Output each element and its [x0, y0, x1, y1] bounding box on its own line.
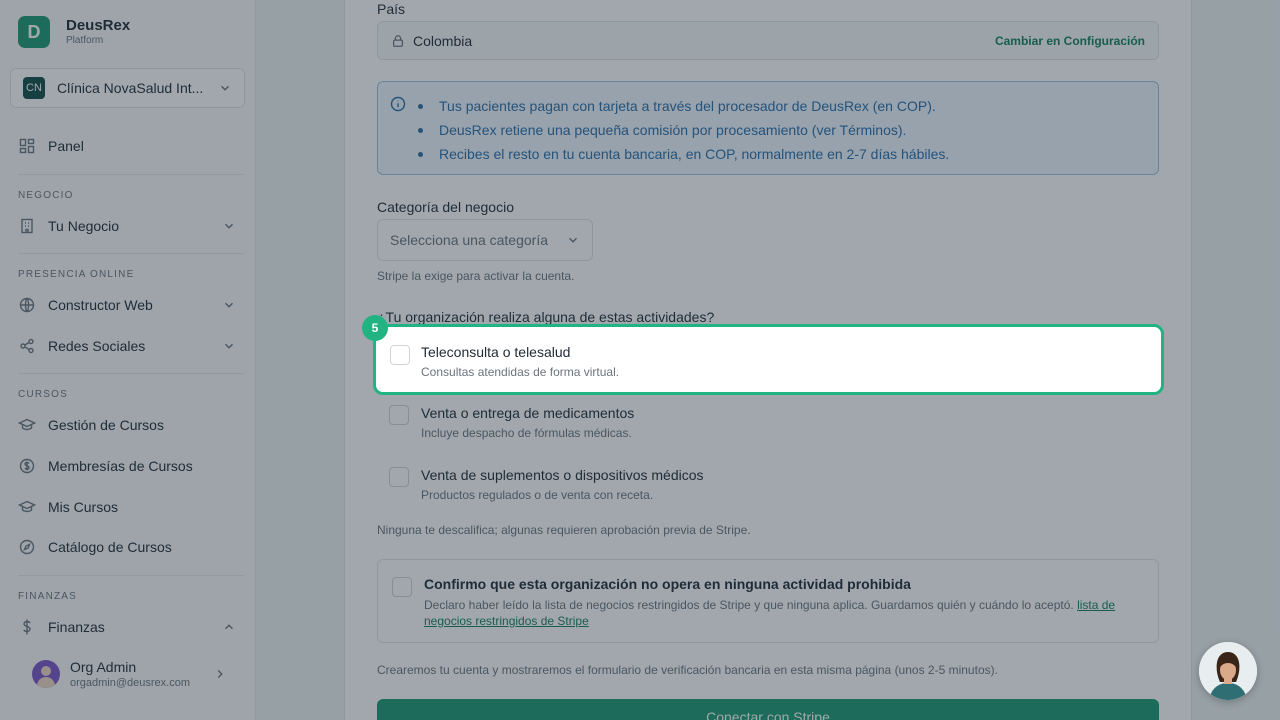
- sidebar-item-label: Membresías de Cursos: [48, 458, 193, 474]
- activity-checkbox[interactable]: [390, 345, 410, 365]
- dollar-icon: [23, 619, 31, 635]
- country-field: Colombia Cambiar en Configuración: [377, 21, 1159, 60]
- dashboard-icon: [19, 138, 35, 154]
- section-label-finance: FINANZAS: [18, 591, 78, 602]
- connect-stripe-button[interactable]: Conectar con Stripe: [377, 699, 1159, 720]
- sidebar-item-catalogo[interactable]: Catálogo de Cursos: [18, 532, 236, 562]
- chevron-down-icon: [225, 302, 233, 308]
- category-label: Categoría del negocio: [377, 199, 514, 215]
- sidebar-item-gestion-cursos[interactable]: Gestión de Cursos: [18, 410, 236, 440]
- activity-option-medicamentos[interactable]: Venta o entrega de medicamentos Incluye …: [377, 397, 1159, 451]
- divider: [18, 253, 244, 254]
- category-placeholder: Selecciona una categoría: [390, 232, 548, 248]
- country-value: Colombia: [413, 32, 473, 49]
- info-item: Recibes el resto en tu cuenta bancaria, …: [418, 142, 949, 166]
- tour-step-badge: 5: [362, 315, 388, 341]
- share-icon: [20, 338, 34, 354]
- assistant-avatar-button[interactable]: [1199, 642, 1257, 700]
- sidebar-item-finanzas[interactable]: Finanzas: [18, 612, 236, 642]
- building-icon: [21, 218, 33, 234]
- confirm-prohibited-box[interactable]: Confirmo que esta organización no opera …: [377, 559, 1159, 643]
- section-label-courses: CURSOS: [18, 389, 68, 400]
- info-item: Tus pacientes pagan con tarjeta a través…: [418, 94, 949, 118]
- chevron-right-icon: [217, 670, 223, 678]
- chevron-down-icon: [225, 223, 233, 229]
- assistant-avatar-icon: [1199, 642, 1257, 700]
- sidebar-item-label: Panel: [48, 138, 84, 154]
- sidebar-item-label: Tu Negocio: [48, 218, 120, 234]
- chevron-up-icon: [225, 624, 233, 630]
- sidebar-item-panel[interactable]: Panel: [18, 131, 236, 161]
- chevron-down-icon: [221, 85, 229, 91]
- org-name: Clínica NovaSalud Int...: [57, 80, 204, 96]
- brand[interactable]: D DeusRex Platform: [18, 16, 130, 48]
- activity-desc: Incluye despacho de fórmulas médicas.: [421, 426, 632, 440]
- activities-help: Ninguna te descalifica; algunas requiere…: [377, 523, 751, 537]
- avatar: [32, 660, 60, 688]
- user-menu[interactable]: Org Admin orgadmin@deusrex.com: [32, 654, 227, 694]
- section-label-online: PRESENCIA ONLINE: [18, 269, 135, 280]
- sidebar-item-label: Finanzas: [48, 619, 105, 635]
- graduation-cap-icon: [18, 500, 36, 513]
- user-name: Org Admin: [70, 659, 137, 675]
- activity-desc: Consultas atendidas de forma virtual.: [421, 365, 620, 379]
- footer-note: Crearemos tu cuenta y mostraremos el for…: [377, 663, 998, 677]
- sidebar-item-tu-negocio[interactable]: Tu Negocio: [18, 211, 236, 241]
- confirm-desc-text: Declaro haber leído la lista de negocios…: [424, 598, 1078, 612]
- graduation-cap-icon: [18, 418, 36, 431]
- dollar-circle-icon: [19, 458, 35, 474]
- sidebar-item-constructor-web[interactable]: Constructor Web: [18, 290, 236, 320]
- info-icon: [390, 96, 406, 112]
- sidebar-item-label: Gestión de Cursos: [48, 417, 164, 433]
- info-callout: Tus pacientes pagan con tarjeta a través…: [377, 81, 1159, 175]
- category-help: Stripe la exige para activar la cuenta.: [377, 269, 575, 283]
- confirm-desc: Declaro haber leído la lista de negocios…: [424, 597, 1144, 629]
- activity-title: Teleconsulta o telesalud: [421, 344, 571, 360]
- activity-option-teleconsulta[interactable]: Teleconsulta o telesalud Consultas atend…: [373, 324, 1164, 395]
- activity-desc: Productos regulados o de venta con recet…: [421, 488, 654, 502]
- sidebar-item-label: Constructor Web: [48, 297, 153, 313]
- org-avatar: CN: [23, 77, 45, 99]
- country-label: País: [377, 1, 406, 17]
- lock-icon: [393, 34, 403, 47]
- activity-title: Venta de suplementos o dispositivos médi…: [421, 467, 704, 483]
- info-item: DeusRex retiene una pequeña comisión por…: [418, 118, 949, 142]
- change-country-link[interactable]: Cambiar en Configuración: [995, 34, 1145, 48]
- section-label-business: NEGOCIO: [18, 190, 74, 201]
- confirm-checkbox[interactable]: [392, 577, 412, 597]
- sidebar-item-redes-sociales[interactable]: Redes Sociales: [18, 331, 236, 361]
- org-selector[interactable]: CN Clínica NovaSalud Int...: [10, 68, 245, 108]
- activity-option-suplementos[interactable]: Venta de suplementos o dispositivos médi…: [377, 459, 1159, 513]
- compass-icon: [19, 539, 35, 555]
- chevron-down-icon: [569, 237, 577, 243]
- activity-title: Venta o entrega de medicamentos: [421, 405, 635, 421]
- divider: [18, 373, 244, 374]
- brand-subtitle: Platform: [66, 35, 104, 46]
- sidebar-item-label: Redes Sociales: [48, 338, 146, 354]
- divider: [18, 575, 244, 576]
- activity-checkbox[interactable]: [389, 405, 409, 425]
- globe-icon: [19, 297, 35, 313]
- chevron-down-icon: [225, 343, 233, 349]
- sidebar-item-label: Catálogo de Cursos: [48, 539, 172, 555]
- brand-logo: D: [18, 16, 50, 48]
- user-email: orgadmin@deusrex.com: [70, 677, 190, 689]
- confirm-title: Confirmo que esta organización no opera …: [424, 576, 911, 592]
- category-select[interactable]: Selecciona una categoría: [377, 219, 593, 261]
- sidebar-item-mis-cursos[interactable]: Mis Cursos: [18, 492, 236, 522]
- activities-label: ¿Tu organización realiza alguna de estas…: [377, 309, 715, 325]
- activity-checkbox[interactable]: [389, 467, 409, 487]
- sidebar-item-label: Mis Cursos: [48, 499, 119, 515]
- sidebar-item-membresias[interactable]: Membresías de Cursos: [18, 451, 236, 481]
- brand-name: DeusRex: [66, 17, 131, 34]
- sidebar: D DeusRex Platform CN Clínica NovaSalud …: [0, 0, 256, 720]
- divider: [18, 174, 244, 175]
